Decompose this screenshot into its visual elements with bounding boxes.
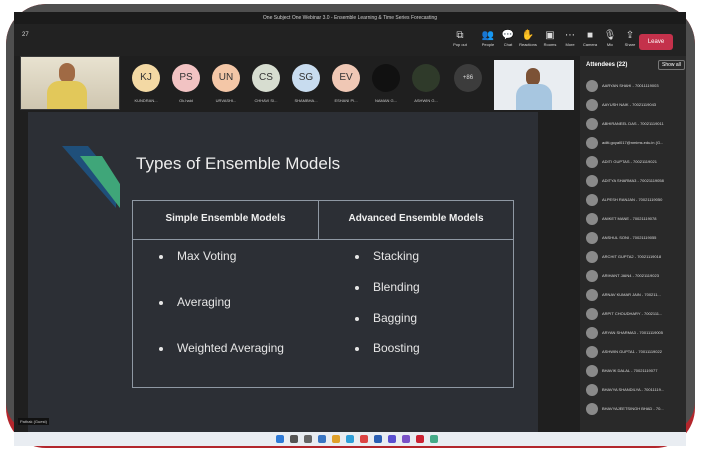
participant-name: Ok.haid [179,98,193,103]
table-header-divider [133,239,513,240]
avatar [586,289,598,301]
meeting-window: One Subject One Webinar 3.0 - Ensemble L… [14,12,686,446]
avatar [586,175,598,187]
participant-avatar[interactable]: EV [332,64,360,92]
slide-title: Types of Ensemble Models [136,154,341,173]
attendee-row[interactable]: ANIKET MANE - 70021119078 [586,213,684,227]
participant-name: KUNDRAN... [134,98,158,103]
participant-avatar[interactable]: SG [292,64,320,92]
pop-out-icon: ⧉ [456,30,464,41]
attendee-row[interactable]: BHAVYA SHANDILYA - 70011119... [586,384,684,398]
ensemble-table: Simple Ensemble Models Advanced Ensemble… [132,200,514,388]
attendee-row[interactable]: ABHIRANEEL DAS - 70021119011 [586,118,684,132]
start-icon[interactable] [276,435,284,443]
meeting-timer: 27 [22,32,29,38]
participant-avatar[interactable]: CS [252,64,280,92]
avatar [586,270,598,282]
avatar [586,365,598,377]
avatar [586,137,598,149]
more-participants-button[interactable]: +86 [454,64,482,92]
column-header-advanced: Advanced Ensemble Models [348,213,484,224]
os-taskbar [14,432,686,446]
avatar [586,308,598,320]
reactions-button[interactable]: ✋ Reactions [516,30,540,47]
attendee-row[interactable]: ASHWIN GUPTA1 - 70011119022 [586,346,684,360]
attendees-panel: Attendees (22) Show all AARYAN SHAHI - 7… [580,56,686,432]
attendee-row[interactable]: BHAVIK DALAL - 70021119077 [586,365,684,379]
list-item: Averaging [159,295,231,309]
list-item: Max Voting [159,249,236,263]
avatar [586,213,598,225]
attendee-row[interactable]: ANSHUL SONI - 70021119055 [586,232,684,246]
app-icon[interactable] [402,435,410,443]
attendee-row[interactable]: ARYAN SHARMA3 - 70011119005 [586,327,684,341]
attendee-row[interactable]: AAYUSH NAIK - 70021119043 [586,99,684,113]
search-icon[interactable] [290,435,298,443]
attendee-row[interactable]: ARCHIT GUPTA2 - 70021119018 [586,251,684,265]
list-item: Bagging [355,311,417,325]
participant-name: NAMAN G... [374,98,397,103]
list-item: Blending [355,280,420,294]
list-item: Boosting [355,341,420,355]
participant-avatar[interactable]: UN [212,64,240,92]
attendees-heading: Attendees (22) [586,62,628,68]
show-all-button[interactable]: Show all [658,60,685,70]
participant-head [59,63,75,83]
participant-avatar[interactable] [372,64,400,92]
avatar [586,118,598,130]
app-icon[interactable] [430,435,438,443]
presenter-label: Pathak (Guest) [18,418,49,425]
attendee-row[interactable]: ARIHANT JAIN4 - 70021119023 [586,270,684,284]
list-item: Stacking [355,249,419,263]
avatar [586,99,598,111]
pop-out-button[interactable]: ⧉ Pop out [448,30,472,47]
attendee-row[interactable]: BHAVYAJEETSINGH BHAD - 70... [586,403,684,417]
attendee-row[interactable]: ARPIT CHOUDHARY - 7002111... [586,308,684,322]
app-icon[interactable] [374,435,382,443]
avatar [586,327,598,339]
avatar [586,403,598,415]
attendee-row[interactable]: ARNAV KUMAR JAIN - 700211... [586,289,684,303]
avatar [586,156,598,168]
avatar [586,232,598,244]
avatar [586,251,598,263]
participant-body [47,81,87,109]
shared-slide: Types of Ensemble Models Simple Ensemble… [28,112,538,432]
participant-name: ASHWIN G... [414,98,438,103]
slide-logo [62,146,120,208]
app-icon[interactable] [416,435,424,443]
column-header-simple: Simple Ensemble Models [165,213,286,224]
participant-avatar[interactable]: PS [172,64,200,92]
folder-icon[interactable] [332,435,340,443]
participant-avatar[interactable] [412,64,440,92]
participant-avatar[interactable]: KJ [132,64,160,92]
self-video-tile[interactable] [20,56,120,110]
participant-name: CHHAVI SI... [254,98,278,103]
task-view-icon[interactable] [304,435,312,443]
window-title: One Subject One Webinar 3.0 - Ensemble L… [14,12,686,24]
meeting-toolbar: 27 ⧉ Pop out 👥 People 💬 Chat ✋ Reactions ▣ Ro… [14,24,686,56]
participant-name: ESHANI PI... [334,98,358,103]
reactions-icon: ✋ [521,30,535,41]
presenter-video-tile[interactable] [494,60,574,110]
participant-name: SHAMBHA... [294,98,318,103]
attendee-row[interactable]: AARYAN SHAHI - 70011119003 [586,80,684,94]
app-icon[interactable] [318,435,326,443]
avatar [586,384,598,396]
teams-icon[interactable] [388,435,396,443]
avatar [586,346,598,358]
attendee-row[interactable]: ADITYA SHARMA3 - 70021119058 [586,175,684,189]
attendee-row[interactable]: aditi.goyal017@nmims.edu.in (G... [586,137,684,151]
participant-body [516,84,552,110]
attendee-row[interactable]: ADITI GUPTAS - 70021119021 [586,156,684,170]
leave-button[interactable]: Leave [639,34,673,50]
browser-icon[interactable] [346,435,354,443]
avatar [586,80,598,92]
participant-name: URVASHI... [215,98,237,103]
app-icon[interactable] [360,435,368,443]
avatar [586,194,598,206]
list-item: Weighted Averaging [159,341,284,355]
attendee-row[interactable]: ALPESH RANJAN - 70021119050 [586,194,684,208]
